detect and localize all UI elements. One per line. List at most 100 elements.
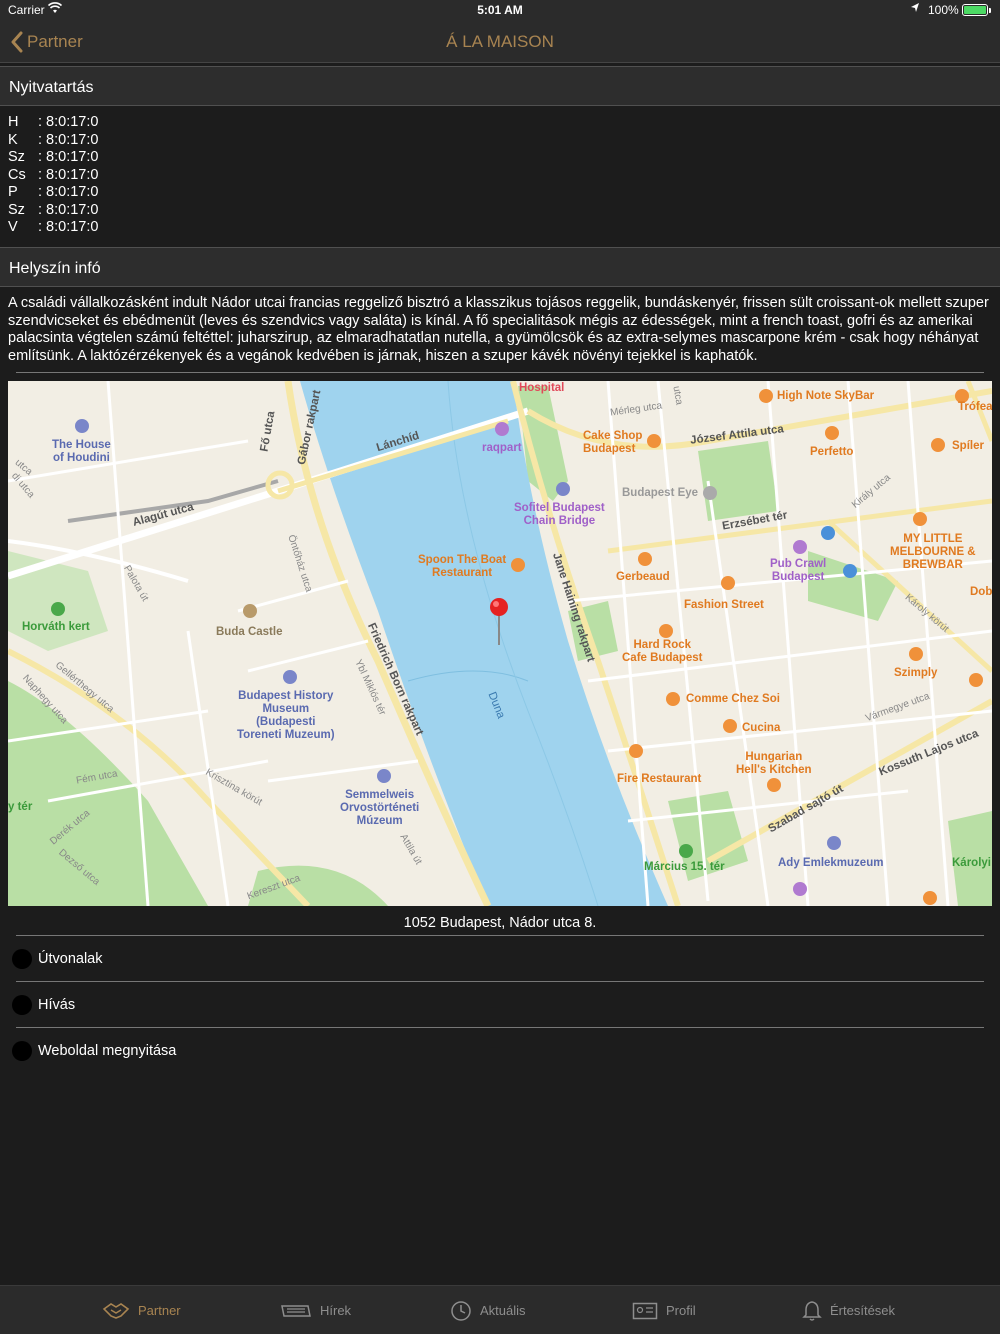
hours-row: K: 8:0:17:0 bbox=[8, 132, 98, 150]
map-label: Mérleg utca bbox=[609, 400, 663, 419]
directions-label: Útvonalak bbox=[38, 951, 103, 967]
bell-icon bbox=[802, 1300, 822, 1321]
hours-time: : 8:0:17:0 bbox=[38, 131, 99, 148]
map-label: Spoon The Boat Restaurant bbox=[418, 554, 507, 579]
hours-row: P: 8:0:17:0 bbox=[8, 184, 98, 202]
location-map[interactable]: Hospital High Note SkyBar Trófea The Hou… bbox=[8, 381, 992, 906]
map-label: Fém utca bbox=[75, 768, 119, 787]
tab-profile[interactable]: Profil bbox=[632, 1286, 696, 1334]
map-label: raqpart bbox=[482, 442, 522, 454]
clock: 5:01 AM bbox=[477, 3, 523, 17]
map-label: di utca bbox=[9, 470, 37, 501]
map-label: Horváth kert bbox=[22, 621, 90, 633]
hours-time: : 8:0:17:0 bbox=[38, 114, 99, 130]
map-pin-icon[interactable] bbox=[488, 595, 510, 647]
map-label: Dob bbox=[970, 586, 992, 598]
tab-current-label: Aktuális bbox=[480, 1303, 526, 1318]
hours-time: : 8:0:17:0 bbox=[38, 166, 99, 183]
map-label: Király utca bbox=[849, 472, 893, 511]
map-label: Cake Shop Budapest bbox=[583, 430, 643, 455]
hours-day: Sz bbox=[8, 201, 25, 218]
hours-section-header: Nyitvatartás bbox=[0, 66, 1000, 106]
handshake-icon bbox=[102, 1302, 130, 1319]
phone-icon bbox=[12, 995, 32, 1015]
hours-time: : 8:0:17:0 bbox=[38, 219, 99, 235]
map-label: utca bbox=[670, 385, 685, 406]
open-website-label: Weboldal megnyitása bbox=[38, 1043, 177, 1059]
divider bbox=[16, 981, 984, 982]
directions-button[interactable]: Útvonalak bbox=[12, 941, 984, 977]
tab-profile-label: Profil bbox=[666, 1303, 696, 1318]
map-label: Erzsébet tér bbox=[721, 509, 789, 533]
map-label: Károly körút bbox=[902, 592, 951, 635]
map-label: Derék utca bbox=[48, 807, 93, 848]
hours-day: P bbox=[8, 184, 18, 200]
map-label: Alagút utca bbox=[131, 501, 195, 529]
map-label: Március 15. tér bbox=[644, 861, 725, 873]
hours-day: V bbox=[8, 219, 18, 235]
map-label: Perfetto bbox=[810, 446, 854, 458]
hours-row: V : 8:0:17:0 bbox=[8, 219, 98, 237]
map-label: Lánchíd bbox=[375, 429, 421, 455]
page-title: Á LA MAISON bbox=[446, 32, 554, 51]
map-label: Comme Chez Soi bbox=[686, 693, 780, 705]
map-label: Cucina bbox=[742, 722, 781, 734]
call-button[interactable]: Hívás bbox=[12, 987, 984, 1023]
tab-partner-label: Partner bbox=[138, 1303, 181, 1318]
map-label: Gellérthegy utca bbox=[52, 659, 116, 716]
map-label: Semmelweis Orvostörténeti Múzeum bbox=[340, 789, 420, 827]
map-label: Pub Crawl Budapest bbox=[770, 558, 827, 583]
clock-icon bbox=[451, 1300, 471, 1321]
address-text: 1052 Budapest, Nádor utca 8. bbox=[403, 915, 597, 931]
divider bbox=[16, 1027, 984, 1028]
map-label: Gábor rakpart bbox=[295, 388, 324, 466]
location-description: A családi vállalkozásként indult Nádor u… bbox=[8, 295, 989, 364]
opening-hours-list: H: 8:0:17:0 K: 8:0:17:0 Sz: 8:0:17:0 Cs:… bbox=[8, 114, 98, 237]
navigation-bar: Partner Á LA MAISON bbox=[0, 20, 1000, 63]
hours-row: Sz: 8:0:17:0 bbox=[8, 149, 98, 167]
tab-current[interactable]: Aktuális bbox=[450, 1286, 526, 1334]
tab-partner[interactable]: Partner bbox=[102, 1286, 181, 1334]
map-label: Buda Castle bbox=[216, 626, 283, 638]
map-label: Budapest History Museum (Budapesti Toren… bbox=[237, 690, 335, 741]
battery-percent: 100% bbox=[928, 3, 959, 17]
tab-bar: Partner Hírek Aktuális Profil Értesítése… bbox=[0, 1285, 1000, 1334]
open-website-button[interactable]: Weboldal megnyitása bbox=[12, 1033, 984, 1069]
map-label: Dezső utca bbox=[56, 847, 102, 888]
map-label: High Note SkyBar bbox=[777, 390, 875, 402]
map-label: Károlyi bbox=[952, 857, 991, 869]
hours-time: : 8:0:17:0 bbox=[38, 149, 99, 165]
map-label: Fire Restaurant bbox=[617, 773, 702, 785]
map-label: Ady Emlekmuzeum bbox=[778, 857, 884, 869]
call-label: Hívás bbox=[38, 997, 76, 1013]
divider bbox=[16, 935, 984, 936]
map-label: Öntőház utca bbox=[285, 533, 315, 594]
map-label: Trófea bbox=[958, 401, 992, 413]
tab-news-label: Hírek bbox=[320, 1303, 352, 1318]
newspaper-icon bbox=[281, 1304, 311, 1317]
map-label: MY LITTLE MELBOURNE & BREWBAR bbox=[890, 533, 976, 571]
map-label: Hard Rock Cafe Budapest bbox=[622, 639, 703, 664]
tab-news[interactable]: Hírek bbox=[280, 1286, 351, 1334]
location-arrow-icon bbox=[910, 2, 920, 17]
map-label: Palota út bbox=[121, 563, 151, 604]
map-label: The House of Houdini bbox=[52, 439, 111, 464]
map-label: Hungarian Hell's Kitchen bbox=[736, 751, 812, 776]
map-label: y tér bbox=[8, 801, 33, 813]
map-label: Gerbeaud bbox=[616, 571, 670, 583]
map-label: Szimply bbox=[894, 667, 938, 679]
map-label: Sofitel Budapest Chain Bridge bbox=[514, 502, 605, 527]
hours-day: H bbox=[8, 114, 19, 130]
map-label: Jane Haining rakpart bbox=[550, 551, 597, 664]
status-bar: Carrier 5:01 AM 100% bbox=[0, 0, 1000, 20]
map-label: Fashion Street bbox=[684, 599, 764, 611]
tab-notifications[interactable]: Értesítések bbox=[802, 1286, 895, 1334]
map-label: Kossuth Lajos utca bbox=[877, 727, 981, 779]
tab-notifications-label: Értesítések bbox=[830, 1303, 896, 1318]
globe-icon bbox=[12, 1041, 32, 1061]
map-label: József Attila utca bbox=[689, 423, 785, 447]
map-label: Spíler bbox=[952, 440, 984, 452]
map-label: Fő utca bbox=[258, 410, 278, 453]
location-section-header: Helyszín infó bbox=[0, 247, 1000, 287]
map-label: Attila út bbox=[397, 832, 424, 867]
